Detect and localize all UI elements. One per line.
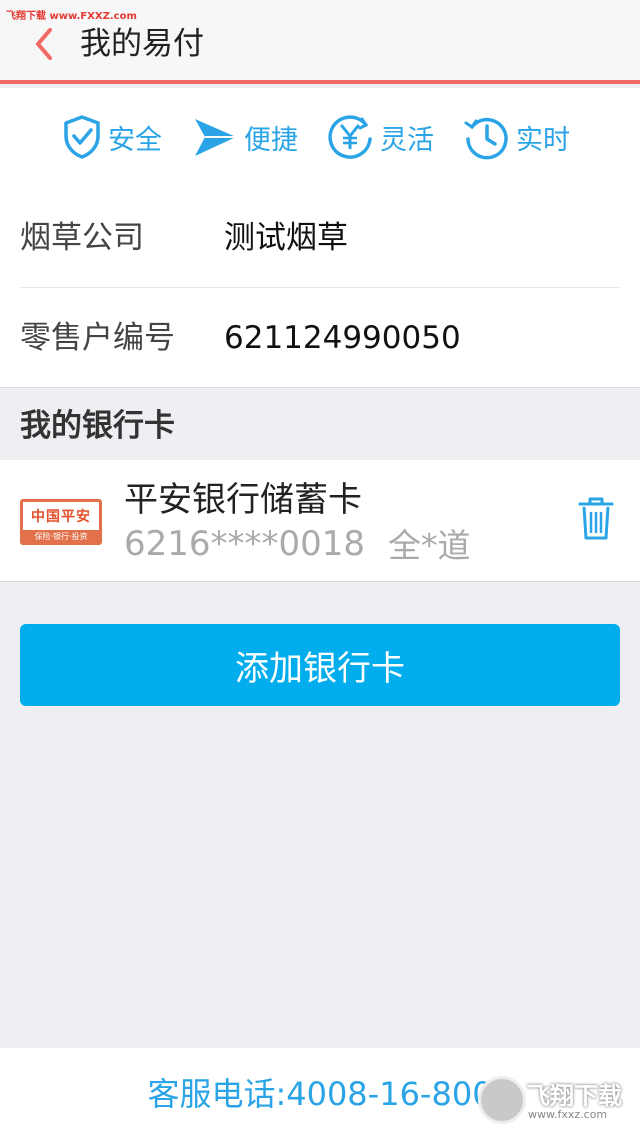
watermark-main-text: 飞翔下载	[526, 1082, 622, 1110]
shield-check-icon	[64, 115, 100, 159]
card-holder: 全*道	[388, 526, 471, 565]
feature-safe: 安全	[62, 112, 162, 162]
bank-logo: 中国平安 保险·银行·投资	[20, 499, 102, 545]
delete-card-button[interactable]	[576, 494, 616, 544]
yen-circle-icon	[328, 115, 372, 159]
retailer-value: 621124990050	[224, 320, 461, 356]
feature-label: 灵活	[380, 124, 434, 156]
info-row-company: 烟草公司 测试烟草	[20, 188, 620, 288]
watermark-text: 飞翔下载 www.FXXZ.com	[6, 11, 137, 22]
back-button[interactable]	[22, 22, 66, 66]
page-title: 我的易付	[80, 26, 204, 62]
feature-realtime: 实时	[462, 112, 570, 162]
bank-logo-text: 中国平安	[23, 502, 99, 530]
account-info: 烟草公司 测试烟草 零售户编号 621124990050	[0, 188, 640, 388]
watermark-circle-icon	[478, 1076, 526, 1124]
card-number: 6216****0018	[124, 524, 366, 564]
bank-card-item[interactable]: 中国平安 保险·银行·投资 平安银行储蓄卡 6216****0018 全*道	[0, 460, 640, 582]
info-row-retailer: 零售户编号 621124990050	[20, 288, 620, 388]
feature-label: 安全	[108, 124, 162, 156]
watermark-url: www.fxxz.com	[528, 1108, 608, 1121]
clock-icon	[464, 117, 508, 160]
bank-name: 平安银行储蓄卡	[124, 480, 362, 520]
company-value: 测试烟草	[224, 220, 348, 256]
chevron-left-icon	[36, 28, 52, 60]
section-title: 我的银行卡	[20, 408, 175, 444]
add-bank-card-button[interactable]: 添加银行卡	[20, 624, 620, 706]
bank-logo-subtext: 保险·银行·投资	[34, 532, 88, 541]
feature-label: 便捷	[244, 124, 298, 156]
feature-convenient: 便捷	[192, 112, 298, 162]
company-label: 烟草公司	[20, 220, 144, 256]
trash-icon	[578, 497, 614, 540]
feature-bar: 安全 便捷 灵活 实时	[0, 88, 640, 188]
feature-flexible: 灵活	[326, 112, 434, 162]
watermark-logo: 飞翔下载 www.fxxz.com	[478, 1076, 630, 1126]
paper-plane-icon	[195, 119, 236, 156]
feature-label: 实时	[516, 124, 570, 156]
retailer-label: 零售户编号	[20, 320, 175, 356]
